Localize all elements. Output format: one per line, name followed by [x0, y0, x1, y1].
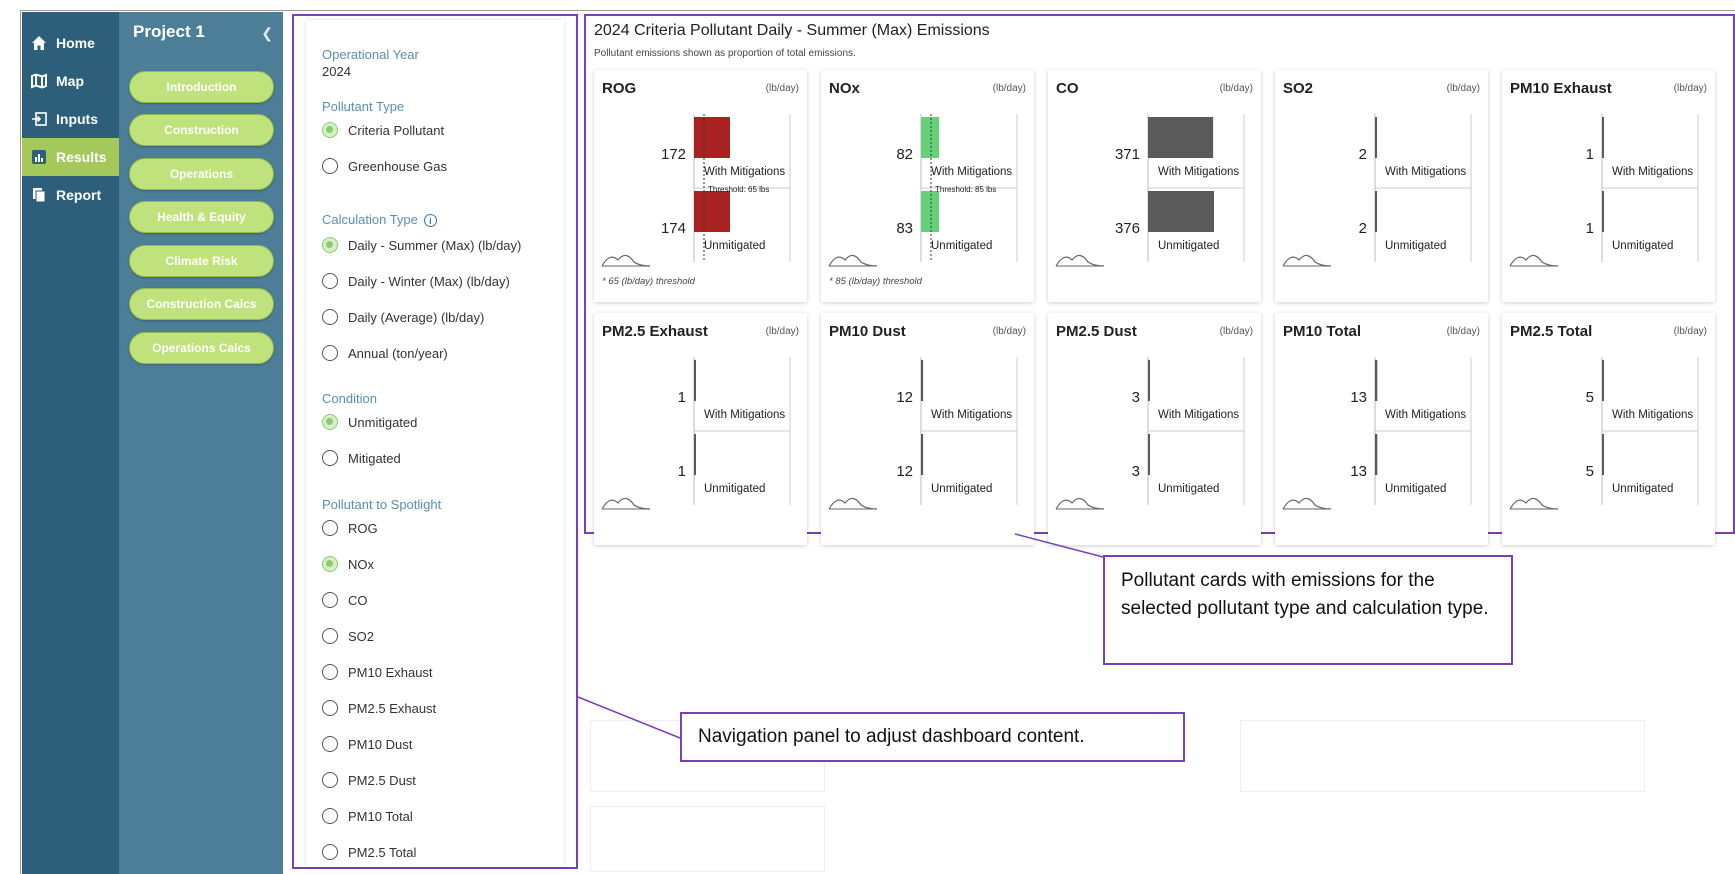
callout-pollutant-cards: Pollutant cards with emissions for the s…	[1103, 555, 1513, 665]
callout-leader-line	[1014, 533, 1104, 558]
callout-navigation-panel: Navigation panel to adjust dashboard con…	[680, 712, 1185, 762]
callout-leader-line	[577, 696, 681, 739]
